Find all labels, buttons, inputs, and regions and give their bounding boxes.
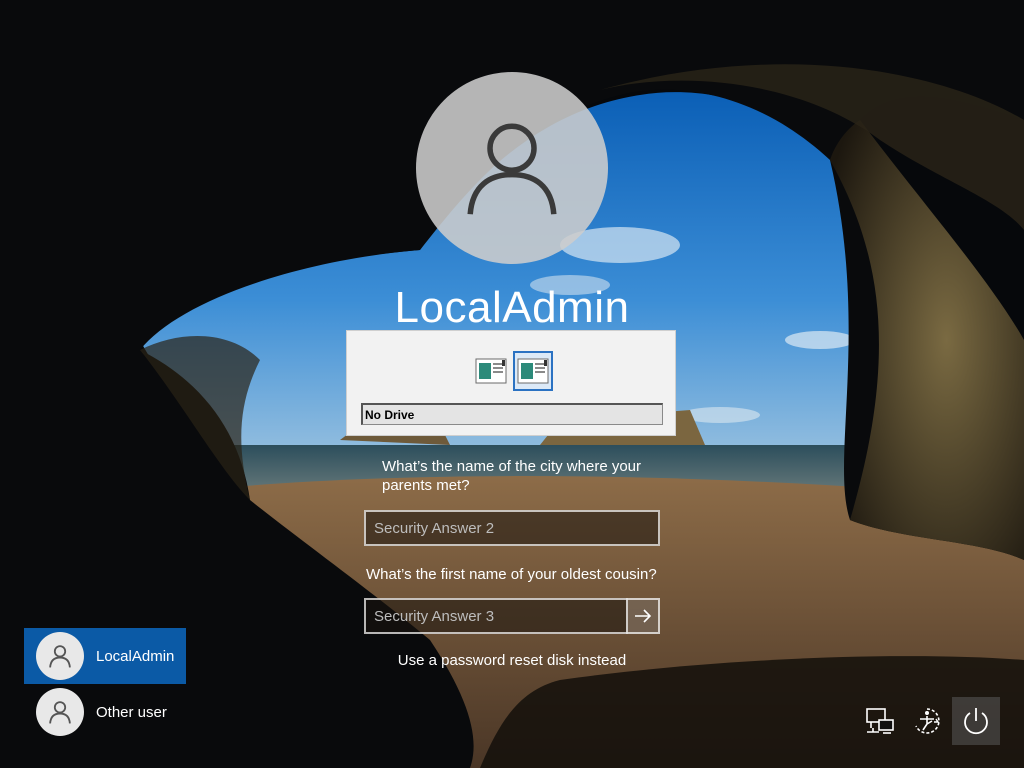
user-icon [49, 701, 71, 724]
security-answer-2-input[interactable] [364, 510, 660, 546]
network-button[interactable] [856, 697, 904, 745]
network-icon [866, 708, 894, 734]
user-tile-localadmin[interactable]: LocalAdmin [24, 628, 186, 684]
removable-drive-icon [475, 358, 507, 384]
drive-option-selected[interactable] [513, 351, 553, 391]
drive-selector-panel: No Drive [346, 330, 676, 436]
removable-drive-icon [517, 358, 549, 384]
avatar [36, 688, 84, 736]
avatar [36, 632, 84, 680]
user-tile-other-user[interactable]: Other user [24, 684, 186, 740]
power-icon [964, 708, 988, 735]
arrow-right-icon [635, 609, 652, 623]
user-name-title: LocalAdmin [394, 283, 630, 332]
drive-name-field: No Drive [361, 403, 663, 425]
security-question-3: What’s the first name of your oldest cou… [366, 566, 657, 583]
password-reset-disk-link[interactable]: Use a password reset disk instead [312, 652, 712, 669]
security-answer-3-input[interactable] [364, 598, 628, 634]
user-icon [467, 123, 557, 215]
user-avatar [416, 72, 608, 264]
drive-option[interactable] [471, 351, 511, 391]
power-button[interactable] [952, 697, 1000, 745]
user-tile-label: Other user [96, 703, 167, 721]
submit-button[interactable] [626, 598, 660, 634]
ease-of-access-button[interactable] [903, 697, 951, 745]
ease-of-access-icon [915, 708, 940, 734]
security-question-2: What’s the name of the city where your p… [382, 458, 642, 494]
user-icon [49, 645, 71, 668]
user-tile-label: LocalAdmin [96, 647, 175, 665]
